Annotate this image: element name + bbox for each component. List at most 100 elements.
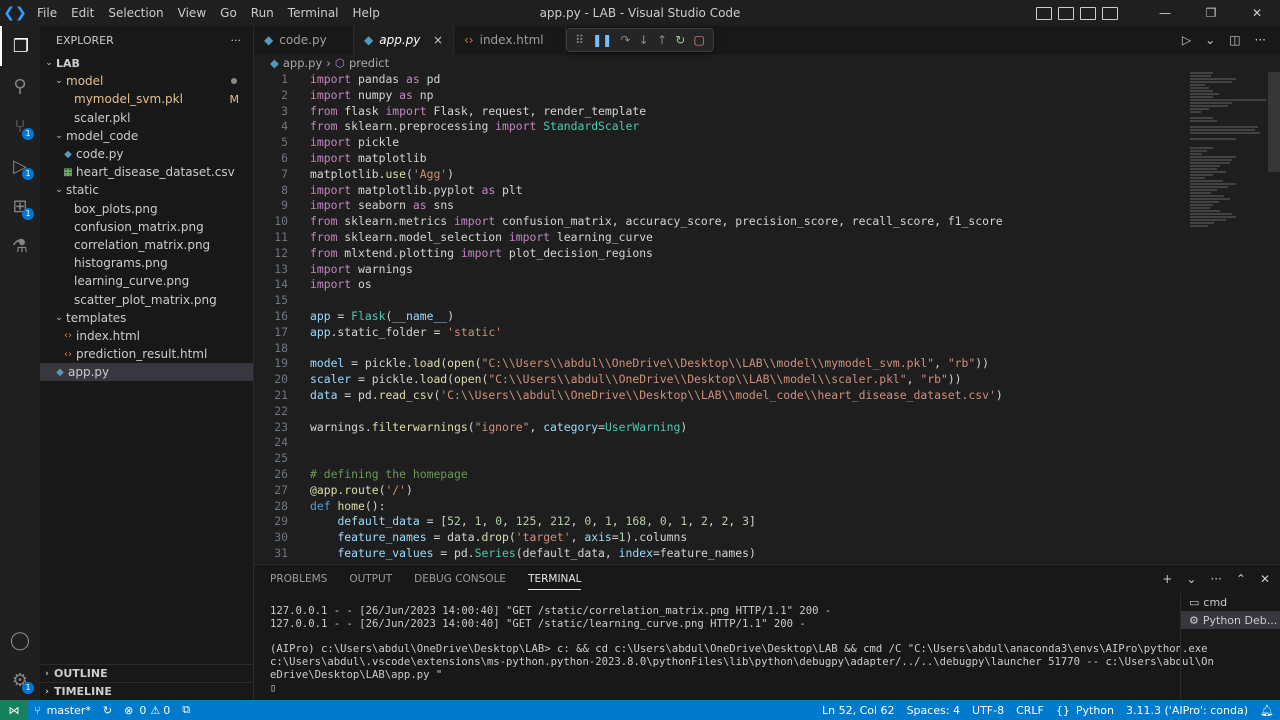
- tree-folder-static[interactable]: ⌄ static: [40, 181, 253, 199]
- tree-folder-model-code[interactable]: ⌄ model_code: [40, 127, 253, 145]
- code-text[interactable]: [288, 435, 310, 451]
- tree-file-index[interactable]: ‹› index.html: [40, 327, 253, 345]
- code-line[interactable]: 12 from mlxtend.plotting import plot_deci…: [254, 246, 1280, 262]
- explorer-icon[interactable]: ❐: [0, 26, 40, 66]
- code-line[interactable]: 15: [254, 293, 1280, 309]
- encoding[interactable]: UTF-8: [966, 704, 1010, 717]
- close-window-button[interactable]: ✕: [1234, 0, 1280, 26]
- minimap[interactable]: [1190, 72, 1266, 242]
- code-text[interactable]: data = pd.read_csv('C:\\Users\\abdul\\On…: [288, 388, 1003, 404]
- code-line[interactable]: 10 from sklearn.metrics import confusion_…: [254, 214, 1280, 230]
- code-line[interactable]: 18: [254, 341, 1280, 357]
- code-text[interactable]: @app.route('/'): [288, 483, 413, 499]
- tree-folder-templates[interactable]: ⌄ templates: [40, 309, 253, 327]
- code-text[interactable]: [288, 341, 310, 357]
- run-dropdown-chevron-icon[interactable]: ⌄: [1205, 33, 1215, 47]
- timeline-section[interactable]: › TIMELINE: [40, 682, 254, 700]
- error-count[interactable]: 0: [139, 704, 150, 717]
- code-line[interactable]: 13 import warnings: [254, 262, 1280, 278]
- breadcrumb-file[interactable]: app.py: [283, 56, 322, 70]
- editor-scrollbar[interactable]: [1268, 72, 1280, 172]
- menu-file[interactable]: File: [30, 0, 64, 26]
- split-editor-icon[interactable]: ◫: [1229, 33, 1240, 47]
- step-out-icon[interactable]: ↑: [657, 33, 667, 47]
- indentation[interactable]: Spaces: 4: [901, 704, 966, 717]
- menu-selection[interactable]: Selection: [101, 0, 170, 26]
- code-text[interactable]: import matplotlib.pyplot as plt: [288, 183, 523, 199]
- code-line[interactable]: 9 import seaborn as sns: [254, 198, 1280, 214]
- tree-file-histograms[interactable]: histograms.png: [40, 254, 253, 272]
- manage-gear-icon[interactable]: ⚙ 1: [0, 660, 40, 700]
- tree-folder-model[interactable]: ⌄ model: [40, 72, 253, 90]
- pause-icon[interactable]: ❚❚: [592, 33, 612, 47]
- terminal-item-cmd[interactable]: ▭ cmd: [1181, 593, 1280, 611]
- code-text[interactable]: import os: [288, 277, 372, 293]
- account-icon[interactable]: ◯: [0, 620, 40, 660]
- tree-file-learning-curve[interactable]: learning_curve.png: [40, 272, 253, 290]
- debug-status-icon[interactable]: ⧉: [176, 703, 196, 717]
- code-text[interactable]: app.static_folder = 'static': [288, 325, 502, 341]
- code-line[interactable]: 6 import matplotlib: [254, 151, 1280, 167]
- code-line[interactable]: 11 from sklearn.model_selection import le…: [254, 230, 1280, 246]
- tree-file-correlation-matrix[interactable]: correlation_matrix.png: [40, 236, 253, 254]
- tree-file-code[interactable]: ◆ code.py: [40, 145, 253, 163]
- search-icon[interactable]: ⚲: [0, 66, 40, 106]
- language-braces-icon[interactable]: {}: [1050, 704, 1076, 717]
- breadcrumb-symbol[interactable]: predict: [349, 56, 389, 70]
- menu-view[interactable]: View: [171, 0, 213, 26]
- code-text[interactable]: default_data = [52, 1, 0, 125, 212, 0, 1…: [288, 514, 755, 530]
- code-line[interactable]: 1 import pandas as pd: [254, 72, 1280, 88]
- terminal-item-python-debug[interactable]: ⚙ Python Deb...: [1181, 611, 1280, 629]
- tree-file-prediction-result[interactable]: ‹› prediction_result.html: [40, 345, 253, 363]
- more-actions-icon[interactable]: ···: [1255, 33, 1266, 47]
- tab-app-py[interactable]: ◆ app.py ×: [354, 26, 454, 54]
- code-line[interactable]: 16 app = Flask(__name__): [254, 309, 1280, 325]
- tab-code-py[interactable]: ◆ code.py: [254, 26, 354, 54]
- code-line[interactable]: 29 default_data = [52, 1, 0, 125, 212, 0…: [254, 514, 1280, 530]
- extensions-icon[interactable]: ⊞ 1: [0, 186, 40, 226]
- menu-help[interactable]: Help: [346, 0, 387, 26]
- toggle-secondary-sidebar-icon[interactable]: [1080, 6, 1096, 20]
- code-text[interactable]: from sklearn.model_selection import lear…: [288, 230, 653, 246]
- code-text[interactable]: [288, 404, 310, 420]
- code-text[interactable]: scaler = pickle.load(open("C:\\Users\\ab…: [288, 372, 962, 388]
- run-debug-icon[interactable]: ▷ 1: [0, 146, 40, 186]
- menu-run[interactable]: Run: [244, 0, 281, 26]
- remote-indicator-icon[interactable]: ⋈: [0, 700, 28, 720]
- code-text[interactable]: model = pickle.load(open("C:\\Users\\abd…: [288, 356, 989, 372]
- toggle-panel-icon[interactable]: [1058, 6, 1074, 20]
- code-line[interactable]: 24: [254, 435, 1280, 451]
- customize-layout-icon[interactable]: [1102, 6, 1118, 20]
- run-file-icon[interactable]: ▷: [1182, 33, 1191, 47]
- terminal-dropdown-icon[interactable]: ⌄: [1186, 572, 1196, 586]
- code-line[interactable]: 5 import pickle: [254, 135, 1280, 151]
- restart-icon[interactable]: ↻: [675, 33, 685, 47]
- tab-output[interactable]: OUTPUT: [349, 573, 392, 585]
- code-line[interactable]: 28 def home():: [254, 499, 1280, 515]
- tab-debug-console[interactable]: DEBUG CONSOLE: [414, 573, 506, 585]
- new-terminal-icon[interactable]: +: [1162, 572, 1172, 586]
- code-text[interactable]: [288, 451, 310, 467]
- step-into-icon[interactable]: ↓: [639, 33, 649, 47]
- code-editor[interactable]: 1 import pandas as pd 2 import numpy as np 3…: [254, 72, 1280, 564]
- close-panel-icon[interactable]: ✕: [1260, 572, 1270, 586]
- tree-file-mymodel[interactable]: mymodel_svm.pkl M: [40, 90, 253, 108]
- code-line[interactable]: 31 feature_values = pd.Series(default_da…: [254, 546, 1280, 562]
- code-line[interactable]: 30 feature_names = data.drop('target', a…: [254, 530, 1280, 546]
- code-line[interactable]: 27 @app.route('/'): [254, 483, 1280, 499]
- menu-terminal[interactable]: Terminal: [281, 0, 346, 26]
- code-line[interactable]: 25: [254, 451, 1280, 467]
- code-text[interactable]: import seaborn as sns: [288, 198, 454, 214]
- warning-count[interactable]: 0: [160, 704, 176, 717]
- code-line[interactable]: 2 import numpy as np: [254, 88, 1280, 104]
- step-over-icon[interactable]: ↷: [620, 33, 630, 47]
- tree-file-csv[interactable]: ▦ heart_disease_dataset.csv: [40, 163, 253, 181]
- python-interpreter[interactable]: 3.11.3 ('AIPro': conda): [1120, 704, 1254, 717]
- branch-name[interactable]: master*: [47, 704, 97, 717]
- menu-edit[interactable]: Edit: [64, 0, 101, 26]
- code-line[interactable]: 3 from flask import Flask, request, rende…: [254, 104, 1280, 120]
- tree-file-box-plots[interactable]: box_plots.png: [40, 200, 253, 218]
- toggle-sidebar-icon[interactable]: [1036, 6, 1052, 20]
- code-text[interactable]: feature_values = pd.Series(default_data,…: [288, 546, 755, 562]
- code-text[interactable]: from sklearn.preprocessing import Standa…: [288, 119, 639, 135]
